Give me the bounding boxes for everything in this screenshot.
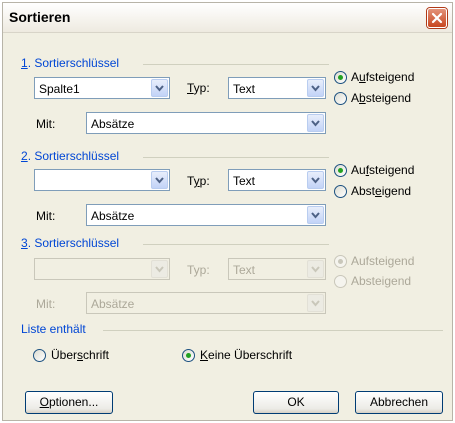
sort-key-1-column-value: Spalte1	[39, 82, 80, 96]
sort-key-2-with-select[interactable]: Absätze	[86, 204, 326, 226]
sort-key-2-descending-radio[interactable]	[334, 185, 347, 198]
chevron-down-icon	[311, 85, 320, 92]
list-contains-label: Liste enthält	[21, 322, 89, 336]
type-label-1: Typ:	[187, 81, 210, 95]
chevron-down-icon	[311, 212, 320, 219]
with-label-3: Mit:	[36, 297, 56, 311]
sort-dialog: Sortieren 1. Sortierschlüssel Spalte1 Ty…	[2, 2, 453, 421]
sort-key-2-ascending-label[interactable]: Aufsteigend	[351, 163, 414, 177]
dropdown-button	[307, 294, 324, 312]
sort-key-2-descending-label[interactable]: Absteigend	[351, 184, 411, 198]
sort-key-3-ascending-label: Aufsteigend	[351, 254, 415, 268]
list-separator	[103, 330, 443, 331]
radio-selected-dot	[338, 75, 343, 80]
sort-key-1-with-value: Absätze	[91, 117, 135, 131]
with-label-1: Mit:	[36, 117, 56, 131]
sort-key-1-ascending-radio[interactable]	[334, 71, 347, 84]
radio-selected-dot	[186, 353, 191, 358]
cancel-button[interactable]: Abbrechen	[355, 391, 443, 414]
sort-key-1-descending-label[interactable]: Absteigend	[351, 91, 411, 105]
sort-key-3-label: 3. Sortierschlüssel	[21, 236, 123, 250]
radio-selected-dot	[338, 168, 343, 173]
header-row-label[interactable]: Überschrift	[51, 348, 109, 362]
dropdown-button	[307, 260, 324, 278]
chevron-down-icon	[311, 120, 320, 127]
sort-key-2-type-select[interactable]: Text	[228, 169, 326, 191]
sort-key-3-with-select: Absätze	[86, 292, 326, 314]
sort-key-3-ascending-radio	[334, 255, 347, 268]
dropdown-button[interactable]	[307, 114, 324, 132]
options-button[interactable]: Optionen...	[25, 391, 113, 414]
dropdown-button[interactable]	[307, 206, 324, 224]
header-row-radio[interactable]	[33, 349, 46, 362]
sort-key-2-column-select[interactable]	[34, 169, 170, 191]
chevron-down-icon	[155, 266, 164, 273]
no-header-row-radio[interactable]	[182, 349, 195, 362]
dropdown-button[interactable]	[307, 171, 324, 189]
sort-key-3-type-value: Text	[233, 263, 256, 277]
close-icon	[431, 12, 443, 24]
sort-key-2-with-value: Absätze	[91, 209, 135, 223]
chevron-down-icon	[311, 266, 320, 273]
sort-key-1-type-select[interactable]: Text	[228, 77, 326, 99]
sort-key-1-label: 1. Sortierschlüssel	[21, 56, 123, 70]
sort-key-1-with-select[interactable]: Absätze	[86, 112, 326, 134]
group2-separator	[143, 157, 329, 158]
type-label-2: Typ:	[187, 174, 210, 188]
chevron-down-icon	[311, 300, 320, 307]
sort-key-1-column-select[interactable]: Spalte1	[34, 77, 170, 99]
dropdown-button[interactable]	[151, 171, 168, 189]
sort-key-3-descending-radio	[334, 275, 347, 288]
sort-key-3-type-select: Text	[228, 258, 326, 280]
sort-key-3-with-value: Absätze	[91, 297, 135, 311]
sort-key-3-descending-label: Absteigend	[351, 274, 412, 288]
title-bar[interactable]: Sortieren	[3, 3, 452, 33]
chevron-down-icon	[311, 177, 320, 184]
group3-separator	[143, 244, 329, 245]
sort-key-1-type-value: Text	[233, 82, 256, 96]
ok-button[interactable]: OK	[253, 391, 339, 414]
dropdown-button[interactable]	[151, 79, 168, 97]
sort-key-1-ascending-label[interactable]: Aufsteigend	[351, 70, 414, 84]
radio-selected-dot	[338, 259, 343, 264]
dropdown-button[interactable]	[307, 79, 324, 97]
sort-key-1-descending-radio[interactable]	[334, 92, 347, 105]
dropdown-button	[151, 260, 168, 278]
sort-key-3-column-select	[34, 258, 170, 280]
sort-key-2-type-value: Text	[233, 174, 256, 188]
with-label-2: Mit:	[36, 209, 56, 223]
group1-separator	[143, 64, 329, 65]
no-header-row-label[interactable]: Keine Überschrift	[200, 348, 292, 362]
type-label-3: Typ:	[187, 263, 210, 277]
chevron-down-icon	[155, 177, 164, 184]
chevron-down-icon	[155, 85, 164, 92]
close-button[interactable]	[427, 8, 447, 28]
sort-key-2-ascending-radio[interactable]	[334, 164, 347, 177]
dialog-title: Sortieren	[9, 9, 71, 25]
sort-key-2-label: 2. Sortierschlüssel	[21, 149, 123, 163]
